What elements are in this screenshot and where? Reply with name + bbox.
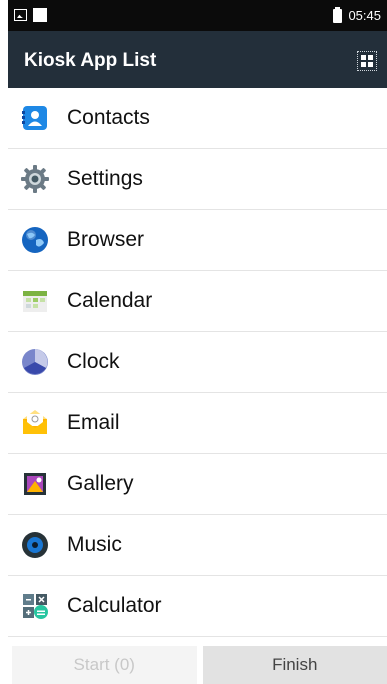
app-item-browser[interactable]: Browser — [8, 210, 387, 271]
calculator-icon — [23, 594, 48, 619]
app-label: Calendar — [67, 289, 153, 312]
image-icon — [14, 9, 27, 21]
bottom-bar: Start (0) Finish — [8, 646, 387, 684]
contacts-icon — [22, 106, 47, 130]
grid-icon[interactable] — [357, 51, 377, 71]
status-bar: 05:45 — [8, 0, 387, 31]
app-label: Contacts — [67, 106, 150, 129]
app-item-clock[interactable]: Clock — [8, 332, 387, 393]
square-icon — [33, 8, 47, 22]
clock-icon — [22, 349, 48, 375]
app-list: Contacts Settings Browser Calendar Clock… — [8, 88, 387, 637]
music-icon — [22, 532, 48, 558]
app-frame: 05:45 Kiosk App List Contacts Settings B… — [8, 0, 387, 684]
app-item-gallery[interactable]: Gallery — [8, 454, 387, 515]
app-item-contacts[interactable]: Contacts — [8, 88, 387, 149]
app-item-settings[interactable]: Settings — [8, 149, 387, 210]
app-label: Music — [67, 533, 122, 556]
app-label: Clock — [67, 350, 120, 373]
calendar-icon — [23, 291, 47, 312]
gear-icon — [21, 165, 49, 193]
app-item-music[interactable]: Music — [8, 515, 387, 576]
start-button[interactable]: Start (0) — [12, 646, 197, 684]
gallery-icon — [24, 473, 46, 495]
status-time: 05:45 — [348, 8, 381, 23]
finish-button[interactable]: Finish — [202, 646, 387, 684]
app-item-calendar[interactable]: Calendar — [8, 271, 387, 332]
app-item-calculator[interactable]: Calculator — [8, 576, 387, 637]
globe-icon — [22, 227, 48, 253]
app-label: Gallery — [67, 472, 134, 495]
app-label: Email — [67, 411, 120, 434]
app-label: Calculator — [67, 594, 162, 617]
page-title: Kiosk App List — [24, 50, 157, 71]
battery-icon — [333, 6, 343, 23]
app-label: Settings — [67, 167, 143, 190]
app-label: Browser — [67, 228, 145, 251]
app-item-email[interactable]: Email — [8, 393, 387, 454]
email-icon — [23, 410, 47, 434]
toolbar: Kiosk App List — [8, 31, 387, 88]
